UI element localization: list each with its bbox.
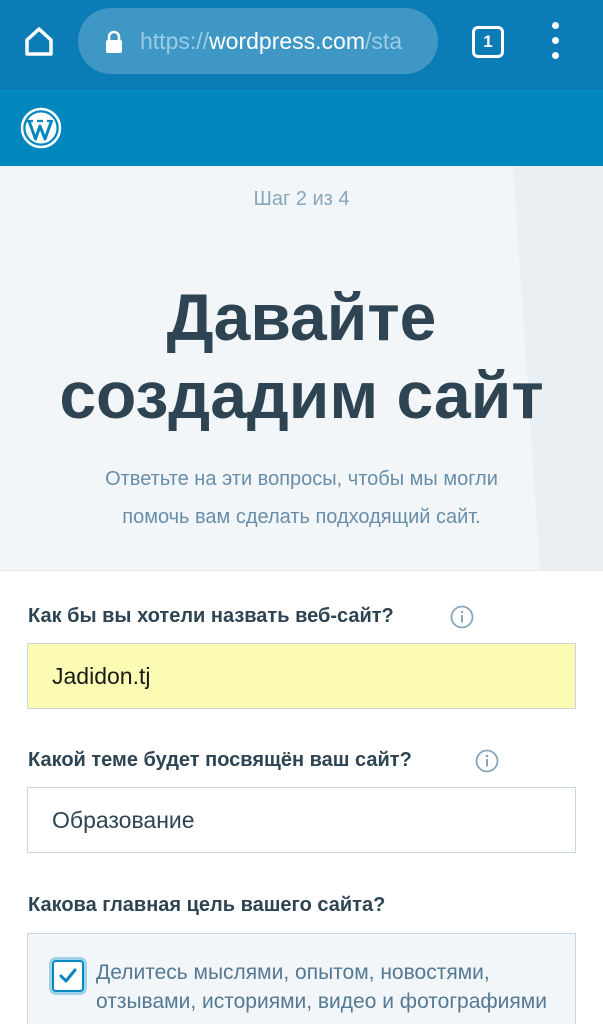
url-protocol: https:// <box>140 28 210 54</box>
home-icon <box>25 27 53 56</box>
page-title: Давайте создадим сайт <box>0 278 603 434</box>
url-text: https://wordpress.com/sta <box>140 28 402 55</box>
site-goal-label: Какова главная цель вашего сайта? <box>28 894 386 916</box>
page-subtitle-line2: помочь вам сделать подходящий сайт. <box>122 506 481 528</box>
signup-hero: Шаг 2 из 4 Давайте создадим сайт Ответьт… <box>0 166 603 570</box>
home-button[interactable] <box>18 20 60 62</box>
checkmark-icon <box>59 968 77 983</box>
url-path: /sta <box>364 28 403 54</box>
address-bar[interactable]: https://wordpress.com/sta <box>78 8 438 74</box>
site-name-label: Как бы вы хотели назвать веб-сайт? <box>28 605 394 627</box>
site-topic-label: Какой теме будет посвящён ваш сайт? <box>28 749 412 771</box>
site-name-input[interactable]: Jadidon.tj <box>27 643 576 709</box>
site-goal-options: Делитесь мыслями, опытом, новостями, отз… <box>27 933 576 1024</box>
site-info-form: Как бы вы хотели назвать веб-сайт? Jadid… <box>0 570 603 1024</box>
goal-share-checkbox[interactable] <box>52 960 84 992</box>
info-icon[interactable] <box>475 749 499 773</box>
more-vertical-icon[interactable] <box>543 22 569 62</box>
tab-switcher-button[interactable]: 1 <box>472 26 504 58</box>
step-indicator: Шаг 2 из 4 <box>253 188 350 210</box>
url-host: wordpress.com <box>209 28 365 54</box>
browser-toolbar: https://wordpress.com/sta 1 <box>0 0 603 88</box>
wordpress-logo-icon[interactable] <box>20 107 62 149</box>
page-subtitle: Ответьте на эти вопросы, чтобы мы могли … <box>40 460 563 536</box>
page-title-line2: создадим сайт <box>59 358 544 432</box>
goal-share-option-label[interactable]: Делитесь мыслями, опытом, новостями, отз… <box>96 958 566 1016</box>
page-subtitle-line1: Ответьте на эти вопросы, чтобы мы могли <box>105 468 498 490</box>
info-icon[interactable] <box>450 605 474 629</box>
site-topic-input[interactable]: Образование <box>27 787 576 853</box>
lock-icon <box>106 30 122 53</box>
page-title-line1: Давайте <box>166 280 437 354</box>
wp-masterbar <box>0 88 603 166</box>
